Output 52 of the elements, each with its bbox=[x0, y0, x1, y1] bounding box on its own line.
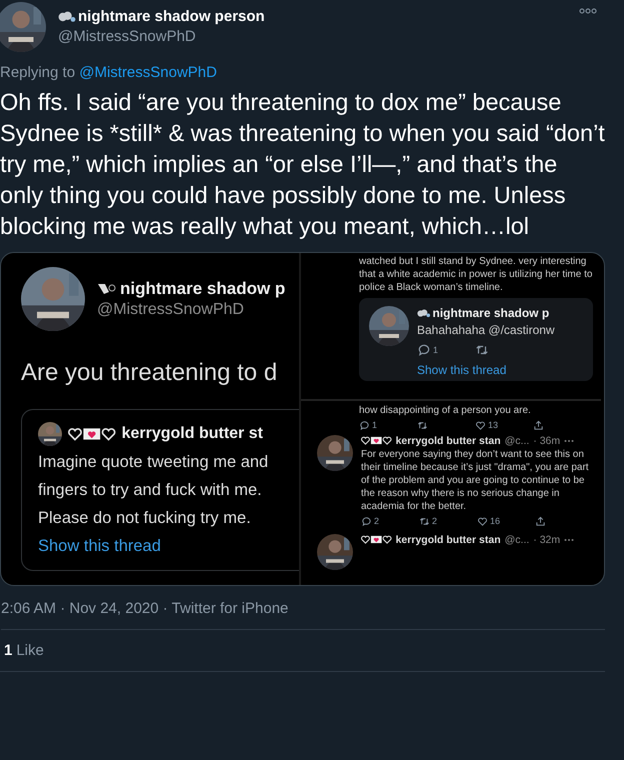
retweet-icon[interactable] bbox=[475, 343, 489, 357]
quote-text: Imagine quote tweeting me and bbox=[38, 452, 270, 473]
quote-text: fingers to try and fuck with me. bbox=[38, 480, 263, 501]
timestamp: · 32m bbox=[533, 534, 560, 546]
hearts-icon bbox=[361, 535, 392, 544]
more-icon[interactable] bbox=[564, 538, 574, 542]
retweet-icon[interactable] bbox=[419, 516, 430, 526]
quote-text: Bahahahaha @/castironw bbox=[417, 323, 555, 337]
cloud-icon bbox=[58, 10, 76, 22]
tweet-timestamp: 2:06 AM · Nov 24, 2020 · Twitter for iPhone bbox=[1, 600, 605, 630]
action-count: 2 bbox=[432, 516, 438, 526]
action-count: 1 bbox=[372, 420, 378, 430]
heart-icon[interactable] bbox=[475, 420, 486, 430]
like-count: 1 bbox=[4, 642, 12, 659]
display-name: kerrygold butter stan bbox=[396, 534, 501, 546]
replying-label: Replying to bbox=[0, 64, 76, 81]
cloud-icon bbox=[417, 308, 430, 318]
user-handle: @c... bbox=[504, 434, 530, 446]
retweet-icon[interactable] bbox=[417, 420, 428, 430]
comment-icon[interactable] bbox=[361, 516, 372, 526]
display-name: nightmare shadow p bbox=[120, 279, 286, 299]
tweet-text: watched but I still stand by Sydnee. very interesting that a white academic in power is utilizing her time to police a Black woman’s timeline. bbox=[359, 255, 593, 294]
hearts-icon bbox=[68, 427, 116, 441]
display-name: kerrygold butter stan bbox=[396, 434, 501, 446]
share-icon[interactable] bbox=[533, 420, 544, 430]
tweet-text: how disappointing of a person you are. bbox=[359, 404, 532, 416]
share-icon[interactable] bbox=[535, 516, 546, 526]
quote-text: Please do not fucking try me. bbox=[38, 508, 252, 529]
show-thread-link[interactable]: Show this thread bbox=[417, 363, 555, 377]
action-count: 16 bbox=[490, 516, 500, 526]
show-thread-link[interactable]: Show this thread bbox=[38, 534, 299, 558]
hearts-icon bbox=[361, 436, 392, 445]
tweet-text: Are you threatening to d bbox=[21, 359, 278, 387]
action-count: 2 bbox=[374, 516, 380, 526]
timestamp: · 36m bbox=[533, 434, 560, 446]
display-name: nightmare shadow person bbox=[78, 8, 265, 25]
action-count: 13 bbox=[488, 420, 498, 430]
like-label[interactable]: Like bbox=[16, 642, 44, 659]
tweet-text: Oh ffs. I said “are you threatening to dox me” because Sydnee is *still* & was threatening to when you said “don’t try me,” which implies an “or else I’ll—,” and that’s the only thing you could have possibly done to me. Unless blocking me was really what you meant, which…lol bbox=[0, 88, 605, 241]
tweet-text: For everyone saying they don’t want to see this on their timeline because it’s just "drama", you are part of the problem and you are going to continue to be the reason why there is no serious change in academia for the better. bbox=[361, 448, 590, 512]
comment-icon[interactable] bbox=[359, 420, 370, 430]
user-handle: @c... bbox=[504, 534, 530, 546]
more-icon[interactable] bbox=[579, 8, 597, 14]
mention-link[interactable]: @MistressSnowPhD bbox=[79, 64, 217, 81]
action-count: 1 bbox=[433, 345, 438, 355]
comment-icon[interactable] bbox=[417, 343, 431, 357]
user-handle: @MistressSnowPhD bbox=[58, 28, 197, 45]
display-name: kerrygold butter st bbox=[122, 425, 263, 443]
user-handle: @MistressSnowPhD bbox=[97, 301, 245, 319]
more-icon[interactable] bbox=[564, 438, 574, 442]
display-name: nightmare shadow p bbox=[432, 306, 550, 320]
heart-icon[interactable] bbox=[477, 516, 488, 526]
